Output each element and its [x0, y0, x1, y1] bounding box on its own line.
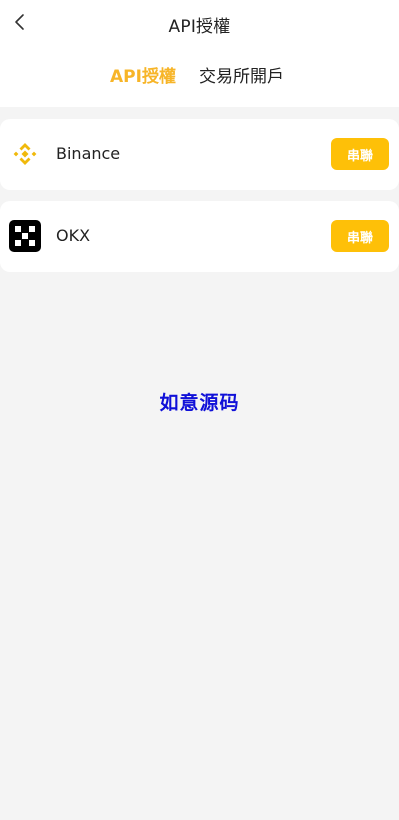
exchange-card-binance: Binance 串聯 [0, 119, 399, 190]
navbar: API授權 [0, 0, 399, 46]
tab-api-authorization[interactable]: API授權 [110, 62, 176, 87]
header-area: API授權 API授權 交易所開戶 [0, 0, 399, 107]
exchange-card-okx: OKX 串聯 [0, 201, 399, 272]
connect-button[interactable]: 串聯 [331, 138, 389, 170]
tab-exchange-account[interactable]: 交易所開戶 [199, 62, 284, 87]
okx-logo-icon [9, 220, 41, 252]
binance-logo-icon [9, 138, 41, 170]
tab-bar: API授權 交易所開戶 [0, 62, 399, 92]
exchange-name: OKX [56, 226, 91, 245]
connect-button[interactable]: 串聯 [331, 220, 389, 252]
exchange-name: Binance [56, 144, 121, 163]
watermark-text: 如意源码 [159, 392, 240, 414]
page-title: API授權 [168, 17, 231, 37]
